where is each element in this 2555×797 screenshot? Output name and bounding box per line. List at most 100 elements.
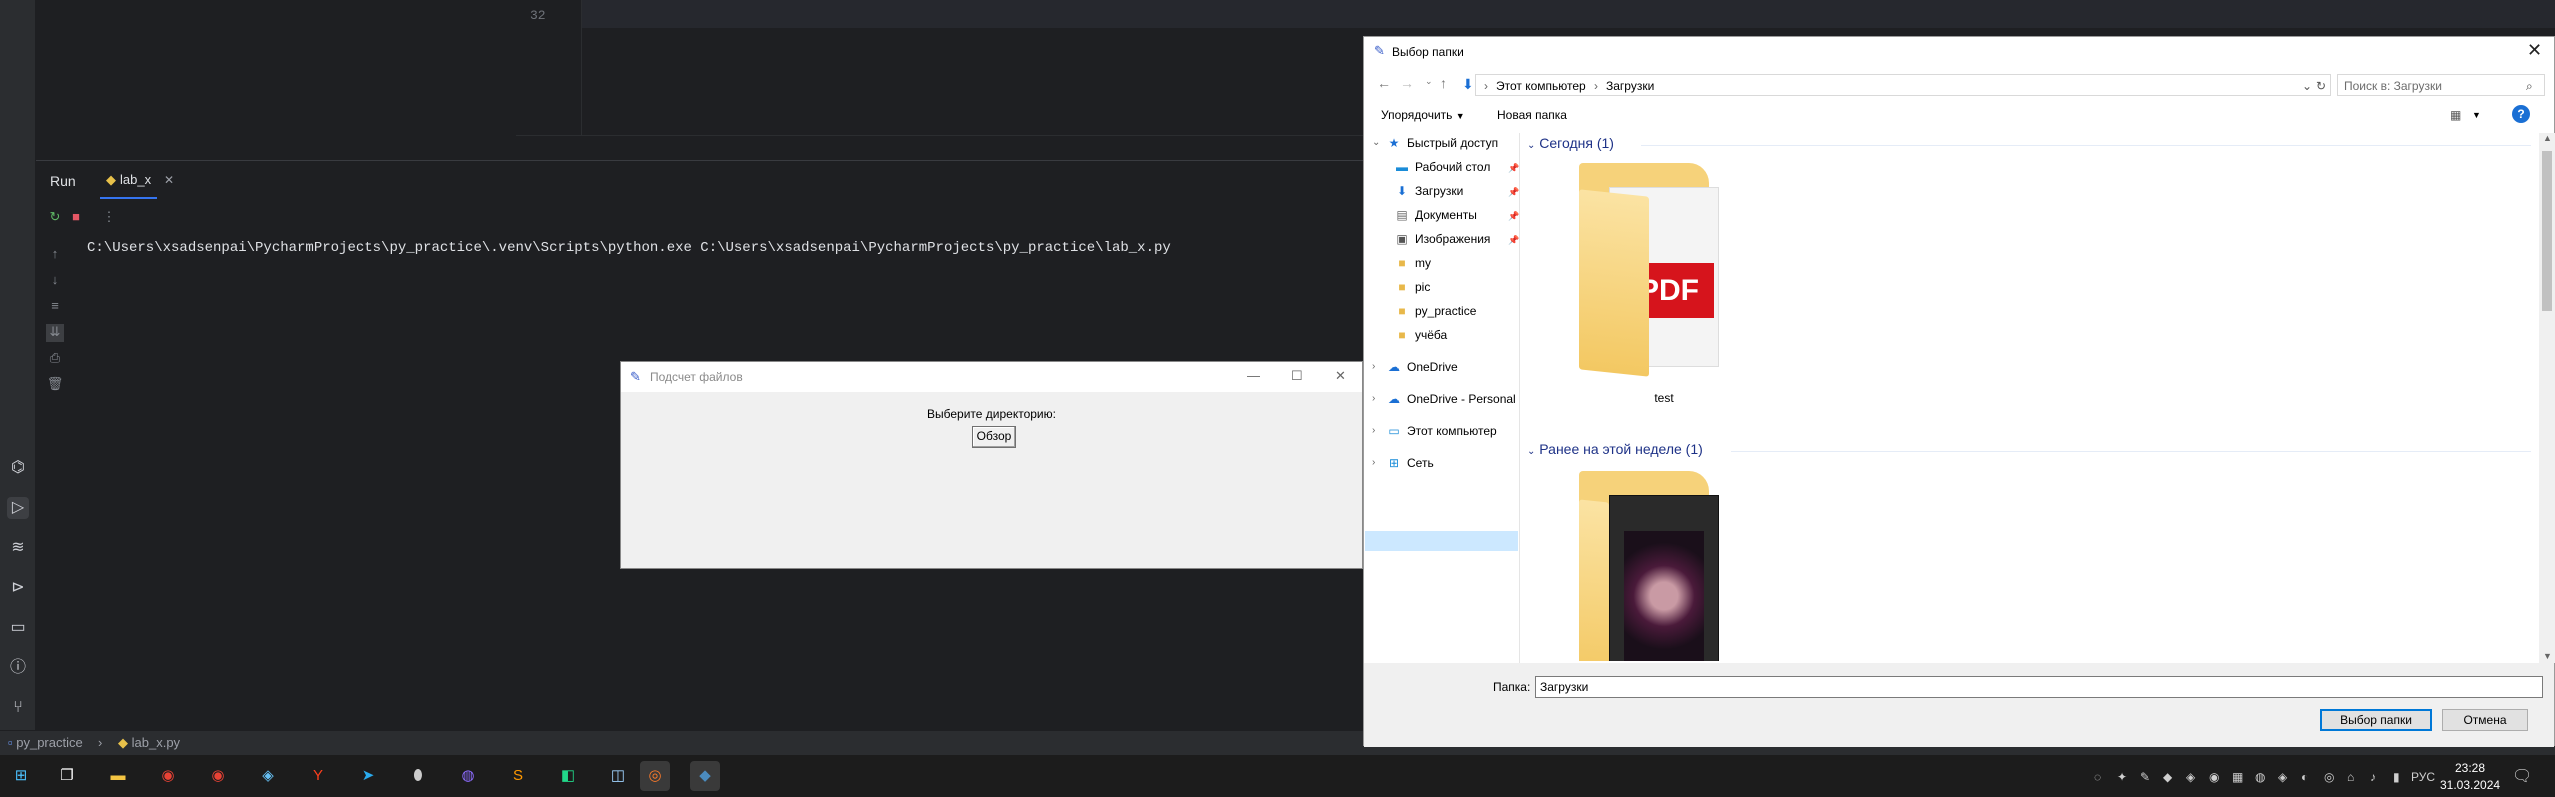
firefox-icon[interactable]: ◎: [640, 761, 670, 791]
view-icon[interactable]: ▦: [2450, 108, 2461, 122]
nav-downloads[interactable]: ⬇ Загрузки: [1394, 184, 1463, 198]
chevron-down-icon[interactable]: ▼: [2472, 110, 2481, 120]
refresh-icon[interactable]: ↻: [2316, 79, 2326, 93]
nav-folder-study[interactable]: ■ учёба: [1394, 328, 1447, 342]
windows-start-icon[interactable]: ⊞: [6, 761, 36, 791]
layers-icon[interactable]: ≋: [7, 537, 29, 559]
forward-icon[interactable]: →: [1400, 75, 1414, 91]
address-bar[interactable]: ⬇ › Этот компьютер › Загрузки ⌄ ↻: [1462, 74, 2331, 96]
steam-icon[interactable]: ◈: [253, 761, 283, 791]
nav-quick-access[interactable]: ★ Быстрый доступ: [1386, 136, 1499, 150]
chevron-right-icon[interactable]: ›: [1372, 393, 1375, 404]
app-shield-icon[interactable]: ⬮: [403, 761, 433, 791]
nav-desktop[interactable]: ▬ Рабочий стол: [1394, 160, 1490, 174]
chevron-down-icon[interactable]: ⌄: [1372, 137, 1380, 148]
terminal-icon[interactable]: ▭: [7, 617, 29, 639]
tray-app-icon[interactable]: ◎: [2324, 770, 2334, 784]
nav-onedrive-personal[interactable]: ☁ OneDrive - Personal: [1386, 392, 1516, 406]
help-icon[interactable]: ?: [2512, 105, 2530, 123]
notifications-icon[interactable]: 🗨: [2512, 766, 2532, 786]
chevron-right-icon[interactable]: ›: [1372, 457, 1375, 468]
tray-app-icon[interactable]: ✎: [2140, 770, 2150, 784]
nav-onedrive[interactable]: ☁ OneDrive: [1386, 360, 1458, 374]
group-header-earlier[interactable]: ⌄ Ранее на этой неделе (1): [1527, 441, 1703, 457]
file-explorer-icon[interactable]: ▬: [103, 761, 133, 791]
chevron-right-icon[interactable]: ›: [1372, 361, 1375, 372]
rerun-icon[interactable]: ↻: [46, 209, 64, 227]
maximize-icon[interactable]: ☐: [1291, 368, 1303, 384]
up-icon[interactable]: ↑: [1440, 75, 1447, 91]
more-icon[interactable]: ⋮: [100, 209, 118, 227]
group-header-today[interactable]: ⌄ Сегодня (1): [1527, 135, 1614, 151]
folder-field[interactable]: [1535, 676, 2543, 698]
tray-app-icon[interactable]: ◌: [2094, 770, 2101, 784]
clock[interactable]: 23:28 31.03.2024: [2440, 760, 2500, 794]
task-view-icon[interactable]: ❐: [52, 761, 82, 791]
tray-app-icon[interactable]: ✦: [2117, 770, 2127, 784]
folder-test[interactable]: PDF test: [1579, 163, 1739, 405]
chrome-profile-icon[interactable]: ◉: [203, 761, 233, 791]
breadcrumb-project[interactable]: ▫ py_practice: [8, 735, 83, 750]
arrow-up-icon[interactable]: ↑: [46, 246, 64, 264]
python-icon[interactable]: ◆: [690, 761, 720, 791]
address-segment-this-pc[interactable]: Этот компьютер: [1496, 79, 1586, 93]
nav-folder-py-practice[interactable]: ■ py_practice: [1394, 304, 1476, 318]
tray-app-icon[interactable]: ◆: [2163, 770, 2172, 784]
chrome-icon[interactable]: ◉: [153, 761, 183, 791]
select-folder-button[interactable]: Выбор папки: [2320, 709, 2432, 731]
language-indicator[interactable]: РУС: [2411, 770, 2435, 784]
chevron-down-icon[interactable]: ⌄: [2302, 79, 2312, 93]
search-input[interactable]: Поиск в: Загрузки ⌕: [2337, 74, 2545, 96]
close-icon[interactable]: ✕: [1335, 368, 1346, 384]
nav-pictures[interactable]: ▣ Изображения: [1394, 232, 1490, 246]
soft-wrap-icon[interactable]: ≡: [46, 298, 64, 316]
organize-button[interactable]: Упорядочить ▼: [1381, 108, 1465, 122]
tray-app-icon[interactable]: ◈: [2278, 770, 2287, 784]
scroll-to-end-icon[interactable]: ⇊: [46, 324, 64, 342]
close-icon[interactable]: ✕: [2527, 40, 2542, 61]
nav-this-pc[interactable]: ▭ Этот компьютер: [1386, 424, 1496, 438]
scroll-down-icon[interactable]: ▼: [2543, 651, 2552, 661]
nav-folder-pic[interactable]: ■ pic: [1394, 280, 1430, 294]
services-icon[interactable]: ⊳: [7, 577, 29, 599]
vertical-scrollbar[interactable]: ▲ ▼: [2539, 133, 2555, 663]
nav-folder-my[interactable]: ■ my: [1394, 256, 1431, 270]
close-icon[interactable]: ✕: [164, 173, 174, 187]
network-icon[interactable]: ⌂: [2347, 770, 2354, 784]
cancel-button[interactable]: Отмена: [2442, 709, 2528, 731]
sublime-text-icon[interactable]: S: [503, 761, 533, 791]
tray-app-icon[interactable]: ◍: [2255, 770, 2265, 784]
back-icon[interactable]: ←: [1377, 75, 1391, 91]
nav-network[interactable]: ⊞ Сеть: [1386, 456, 1434, 470]
tray-app-icon[interactable]: ◐: [2301, 770, 2308, 784]
problems-icon[interactable]: ⓘ: [7, 657, 29, 679]
scroll-up-icon[interactable]: ▲: [2543, 133, 2552, 143]
discord-icon[interactable]: ◍: [453, 761, 483, 791]
address-segment-downloads[interactable]: Загрузки: [1606, 79, 1654, 93]
scrollbar-thumb[interactable]: [2542, 151, 2552, 311]
run-icon[interactable]: ▷: [7, 497, 29, 519]
new-folder-button[interactable]: Новая папка: [1497, 108, 1567, 122]
print-icon[interactable]: ⎙: [46, 350, 64, 368]
pycharm-icon[interactable]: ◧: [553, 761, 583, 791]
telegram-icon[interactable]: ➤: [353, 761, 383, 791]
minimize-icon[interactable]: —: [1247, 368, 1260, 383]
chevron-right-icon[interactable]: ›: [1372, 425, 1375, 436]
git-icon[interactable]: ⑂: [7, 697, 29, 719]
python-console-icon[interactable]: ⌬: [7, 457, 29, 479]
battery-icon[interactable]: ▮: [2393, 770, 2400, 784]
recent-dropdown-icon[interactable]: ⌄: [1425, 76, 1433, 87]
arrow-down-icon[interactable]: ↓: [46, 272, 64, 290]
tray-app-icon[interactable]: ▦: [2232, 770, 2243, 784]
tray-app-icon[interactable]: ◉: [2209, 770, 2219, 784]
nav-documents[interactable]: ▤ Документы: [1394, 208, 1477, 222]
tab-lab-x[interactable]: ◆ lab_x: [100, 164, 158, 199]
volume-icon[interactable]: ♪: [2370, 770, 2376, 784]
trash-icon[interactable]: 🗑: [46, 376, 64, 394]
browse-button[interactable]: Обзор: [972, 426, 1016, 448]
yandex-browser-icon[interactable]: Y: [303, 761, 333, 791]
breadcrumb-file[interactable]: ◆ lab_x.py: [118, 735, 180, 751]
notes-icon[interactable]: ◫: [603, 761, 633, 791]
tray-app-icon[interactable]: ◈: [2186, 770, 2195, 784]
folder-image[interactable]: [1579, 471, 1739, 661]
